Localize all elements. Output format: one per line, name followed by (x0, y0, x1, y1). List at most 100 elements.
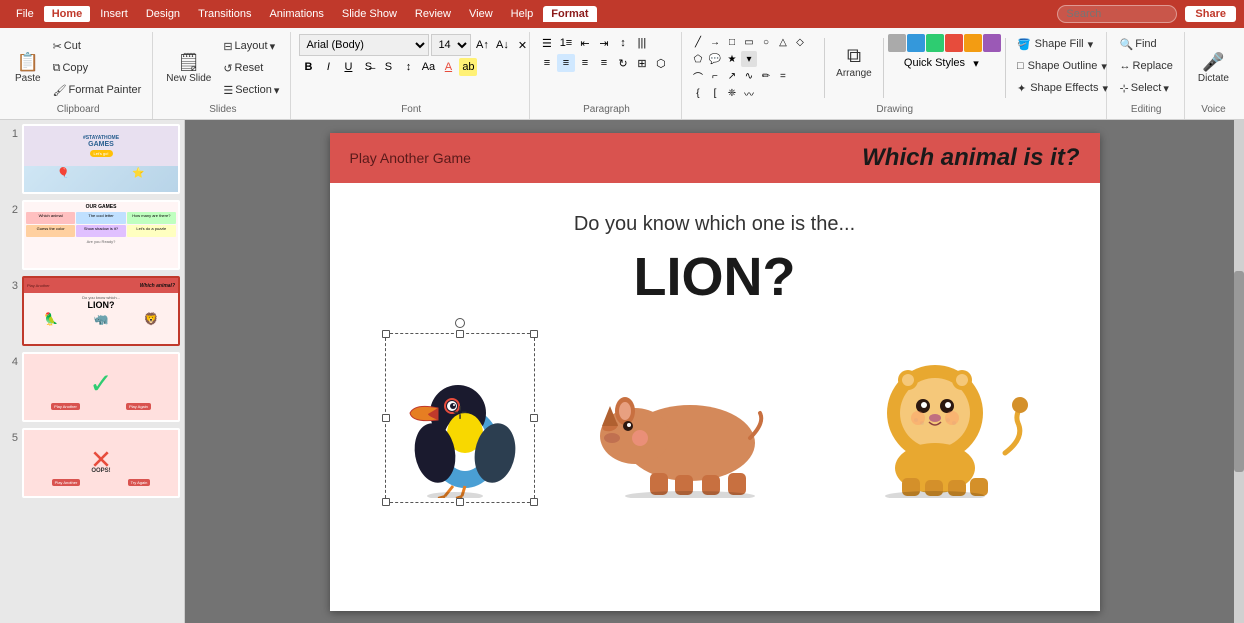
menu-review[interactable]: Review (407, 6, 459, 22)
qs-cell-4[interactable] (945, 34, 963, 52)
lion-container[interactable] (840, 338, 1040, 498)
font-family-select[interactable]: Arial (Body) (299, 34, 429, 56)
smart-art-button[interactable]: ⊞ (633, 54, 651, 72)
handle-tm[interactable] (456, 330, 464, 338)
shape-diamond-button[interactable]: ◇ (792, 34, 808, 50)
line-spacing-button[interactable]: ↕ (614, 34, 632, 52)
handle-tl[interactable] (382, 330, 390, 338)
menu-help[interactable]: Help (503, 6, 542, 22)
format-painter-button[interactable]: 🖌 Format Painter (48, 80, 147, 100)
qs-cell-6[interactable] (983, 34, 1001, 52)
replace-button[interactable]: ↔ Replace (1115, 56, 1178, 76)
menu-format[interactable]: Format (543, 6, 596, 22)
numbering-button[interactable]: 1≡ (557, 34, 575, 52)
menu-view[interactable]: View (461, 6, 501, 22)
menu-animations[interactable]: Animations (261, 6, 331, 22)
slide-3[interactable]: Play Another Which animal? Do you know w… (22, 276, 180, 346)
shape-round-rect-button[interactable]: ▭ (741, 34, 757, 50)
clear-format-button[interactable]: ✕ (513, 36, 531, 54)
shape-fill-button[interactable]: 🪣 Shape Fill ▾ (1010, 34, 1115, 54)
slide-2[interactable]: OUR GAMES Which animal The cool letter H… (22, 200, 180, 270)
paste-button[interactable]: 📋 Paste (10, 40, 46, 96)
shape-arrow-button[interactable]: → (707, 34, 723, 50)
decrease-indent-button[interactable]: ⇤ (576, 34, 594, 52)
shape-callout-button[interactable]: 💬 (707, 51, 723, 67)
slide-1[interactable]: #STAYATHOME GAMES Let's go! 🎈 ⭐ (22, 124, 180, 194)
align-left-button[interactable]: ≡ (538, 54, 556, 72)
handle-tr[interactable] (530, 330, 538, 338)
italic-button[interactable]: I (319, 58, 337, 76)
menu-slideshow[interactable]: Slide Show (334, 6, 405, 22)
spacing-button[interactable]: ↕ (399, 58, 417, 76)
scroll-thumb[interactable] (1234, 271, 1244, 472)
menu-home[interactable]: Home (44, 6, 91, 22)
slide-4[interactable]: ✓ Play Another Play Again (22, 352, 180, 422)
font-size-select[interactable]: 14 (431, 34, 471, 56)
bullets-button[interactable]: ☰ (538, 34, 556, 52)
handle-ml[interactable] (382, 414, 390, 422)
qs-cell-2[interactable] (907, 34, 925, 52)
handle-bl[interactable] (382, 498, 390, 506)
shape-freehand-button[interactable]: ✏ (758, 68, 774, 84)
handle-mr[interactable] (530, 414, 538, 422)
bold-button[interactable]: B (299, 58, 317, 76)
arrange-button[interactable]: ⧉ Arrange (829, 34, 879, 90)
shape-deco-button[interactable]: ❈ (724, 85, 740, 101)
copy-button[interactable]: ⧉ Copy (48, 58, 147, 78)
new-slide-button[interactable]: 🗒 New Slide (161, 40, 216, 96)
shape-star-button[interactable]: ★ (724, 51, 740, 67)
share-button[interactable]: Share (1185, 6, 1236, 22)
align-right-button[interactable]: ≡ (576, 54, 594, 72)
slide-panel[interactable]: 1 #STAYATHOME GAMES Let's go! 🎈 ⭐ 2 (0, 120, 185, 623)
cut-button[interactable]: ✂ Cut (48, 36, 147, 56)
qs-cell-1[interactable] (888, 34, 906, 52)
menu-design[interactable]: Design (138, 6, 188, 22)
slide-5[interactable]: ✕ OOPS! Play Another Try Again (22, 428, 180, 498)
menu-transitions[interactable]: Transitions (190, 6, 259, 22)
quick-styles-dropdown[interactable]: ▾ (967, 54, 985, 72)
shape-bracket-button[interactable]: [ (707, 85, 723, 101)
increase-indent-button[interactable]: ⇥ (595, 34, 613, 52)
menu-file[interactable]: File (8, 6, 42, 22)
case-button[interactable]: Aa (419, 58, 437, 76)
shape-outline-button[interactable]: □ Shape Outline ▾ (1010, 56, 1115, 76)
underline-button[interactable]: U (339, 58, 357, 76)
scrollbar[interactable] (1234, 120, 1244, 623)
handle-br[interactable] (530, 498, 538, 506)
convert-to-smartart[interactable]: ⬡ (652, 54, 670, 72)
rhino-container[interactable] (590, 348, 780, 498)
handle-bm[interactable] (456, 498, 464, 506)
shape-rect-button[interactable]: □ (724, 34, 740, 50)
shape-line-button[interactable]: ╱ (690, 34, 706, 50)
shape-curly-button[interactable]: { (690, 85, 706, 101)
shape-effects-button[interactable]: ✦ Shape Effects ▾ (1010, 78, 1115, 98)
menu-insert[interactable]: Insert (92, 6, 136, 22)
shape-curve-button[interactable]: ∿ (741, 68, 757, 84)
search-input[interactable] (1057, 5, 1177, 23)
font-color-button[interactable]: A (439, 58, 457, 76)
shape-free-button[interactable]: ⌒ (690, 68, 706, 84)
qs-cell-5[interactable] (964, 34, 982, 52)
shape-connector-button[interactable]: ↗ (724, 68, 740, 84)
strikethrough-button[interactable]: S̶ (359, 58, 377, 76)
justify-button[interactable]: ≡ (595, 54, 613, 72)
columns-button[interactable]: ||| (633, 34, 651, 52)
reset-button[interactable]: ↺ Reset (218, 58, 284, 78)
rotate-handle[interactable] (455, 318, 465, 328)
section-button[interactable]: ☰ Section ▾ (218, 80, 284, 100)
dictate-button[interactable]: 🎤 Dictate (1193, 40, 1234, 96)
toucan-container[interactable]: ⊹ (390, 338, 530, 498)
highlight-button[interactable]: ab (459, 58, 477, 76)
shape-oval-button[interactable]: ○ (758, 34, 774, 50)
font-size-decrease-button[interactable]: A↓ (493, 36, 511, 54)
select-button[interactable]: ⊹ Select ▾ (1115, 78, 1178, 98)
shape-pentagon-button[interactable]: ⬠ (690, 51, 706, 67)
align-center-button[interactable]: ≡ (557, 54, 575, 72)
shape-equation-button[interactable]: = (775, 68, 791, 84)
find-button[interactable]: 🔍 Find (1115, 34, 1178, 54)
text-direction-button[interactable]: ↻ (614, 54, 632, 72)
layout-button[interactable]: ⊟ Layout ▾ (218, 36, 284, 56)
qs-cell-3[interactable] (926, 34, 944, 52)
shape-triangle-button[interactable]: △ (775, 34, 791, 50)
shape-bent-button[interactable]: ⌐ (707, 68, 723, 84)
